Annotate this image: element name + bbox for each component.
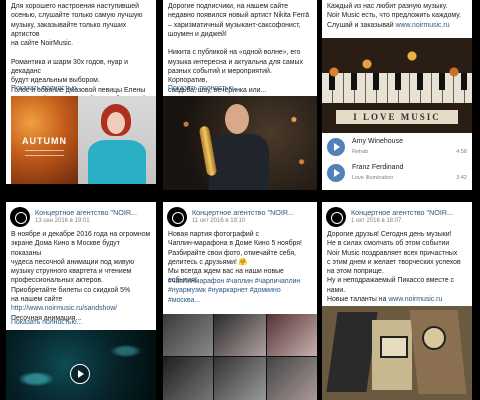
track-artist: Rehab	[352, 149, 369, 155]
post-card-saxophonist: Дорогие подписчики, на нашем сайте недав…	[163, 0, 317, 190]
show-more-link[interactable]: Показать полностью...	[168, 85, 239, 92]
saxophonist-photo[interactable]	[163, 96, 317, 190]
post-card-chaplin-marathon: Концертное агентство "NOIR... 11 окт 201…	[163, 202, 317, 400]
play-icon[interactable]	[327, 164, 345, 182]
play-icon[interactable]	[327, 138, 345, 156]
album-subtitle-lines	[25, 150, 64, 156]
autumn-leaves	[322, 48, 472, 88]
post-text: Дорогие подписчики, на нашем сайте недав…	[168, 3, 310, 94]
album-cover-autumn[interactable]: AUTUMN	[11, 96, 78, 184]
audio-track-1[interactable]: Amy Winehouse Rehab 4:58	[327, 136, 467, 160]
musician-face	[225, 104, 249, 134]
post-card-autumn: Для хорошего настроения наступившей осен…	[6, 0, 156, 184]
track-title: Amy Winehouse	[352, 138, 403, 145]
piano-photo[interactable]: I LOVE MUSIC	[322, 38, 472, 133]
logo-ring-icon	[331, 212, 343, 224]
track-duration: 3:42	[456, 175, 467, 181]
logo-ring-icon	[172, 212, 184, 224]
track-title: Franz Ferdinand	[352, 164, 404, 171]
author-name[interactable]: Концертное агентство "NOIR...	[192, 208, 294, 217]
avatar[interactable]	[167, 207, 187, 227]
track-duration: 4:58	[456, 149, 467, 155]
audio-track-2[interactable]: Franz Ferdinand Love Illumination 3:42	[327, 162, 467, 186]
singer-face	[107, 112, 125, 134]
painting-shape-4	[380, 336, 408, 358]
singer-jacket	[88, 140, 146, 184]
photo-2[interactable]	[214, 314, 266, 356]
painting-shape-5	[422, 326, 446, 350]
photo-grid[interactable]	[163, 314, 317, 400]
logo-ring-icon	[15, 212, 27, 224]
post-header: Концертное агентство "NOIR... 13 сен 201…	[10, 207, 152, 229]
sandshow-link[interactable]: http://www.noirmusic.ru/sandshow/	[11, 305, 117, 312]
avatar[interactable]	[10, 207, 30, 227]
post-text: В ноябре и декабре 2016 года на огромном…	[11, 230, 152, 323]
author-name[interactable]: Концертное агентство "NOIR...	[35, 208, 137, 217]
post-text-main: Дорогие друзья! Сегодня день музыки! Не …	[327, 231, 461, 304]
post-header: Концертное агентство "NOIR... 11 окт 201…	[167, 207, 313, 229]
photo-4[interactable]	[163, 357, 213, 400]
post-date[interactable]: 13 сен 2016 в 19:01	[35, 218, 90, 224]
show-more-link[interactable]: Показать полностью...	[11, 85, 82, 92]
letter-tiles: I LOVE MUSIC	[336, 110, 458, 124]
play-video-icon[interactable]	[70, 364, 90, 384]
singer-photo[interactable]	[78, 96, 156, 184]
show-more-link[interactable]: Показать полностью...	[11, 319, 82, 326]
post-card-sand-show: Концертное агентство "NOIR... 13 сен 201…	[6, 202, 156, 400]
post-text-main: В ноябре и декабре 2016 года на огромном…	[11, 231, 151, 304]
post-date[interactable]: 1 окт 2016 в 18:07	[351, 218, 401, 224]
painting-shape-1	[326, 312, 378, 392]
album-title: AUTUMN	[22, 136, 67, 146]
post-card-i-love-music: Каждый из нас любит разную музыку. Noir …	[322, 0, 472, 190]
author-name[interactable]: Концертное агентство "NOIR...	[351, 208, 453, 217]
post-card-music-day: Концертное агентство "NOIR... 1 окт 2016…	[322, 202, 472, 400]
website-link[interactable]: www.noirmusic.ru	[396, 22, 450, 29]
picasso-painting[interactable]	[322, 306, 472, 400]
photo-1[interactable]	[163, 314, 213, 356]
hashtags[interactable]: #чаплинмарафон #чаплин #чарличаплин #нуа…	[168, 277, 313, 305]
photo-3[interactable]	[267, 314, 317, 356]
post-header: Концертное агентство "NOIR... 1 окт 2016…	[326, 207, 468, 229]
video-preview[interactable]	[6, 330, 156, 400]
painting-shape-3	[409, 310, 467, 394]
musician-body	[209, 134, 269, 190]
track-artist: Love Illumination	[352, 175, 394, 181]
post-text: Дорогие друзья! Сегодня день музыки! Не …	[327, 230, 468, 304]
website-link[interactable]: www.noirmusic.ru	[388, 296, 442, 303]
photo-5[interactable]	[214, 357, 266, 400]
post-text: Каждый из нас любит разную музыку. Noir …	[327, 2, 468, 30]
post-date[interactable]: 11 окт 2016 в 19:10	[192, 218, 245, 224]
avatar[interactable]	[326, 207, 346, 227]
play-triangle	[78, 370, 84, 378]
photo-6[interactable]	[267, 357, 317, 400]
